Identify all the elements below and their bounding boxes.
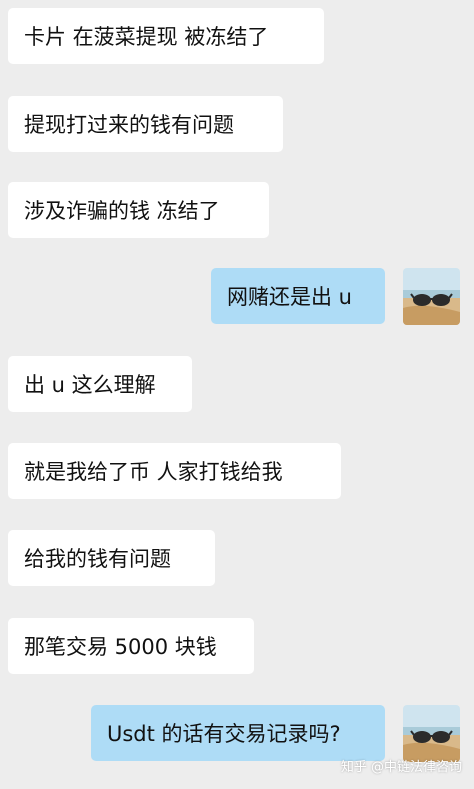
message-bubble-incoming[interactable]: 就是我给了币 人家打钱给我 (8, 443, 341, 499)
beach-sunglasses-avatar-image (403, 268, 460, 325)
message-bubble-incoming[interactable]: 给我的钱有问题 (8, 530, 215, 586)
message-bubble-incoming[interactable]: 涉及诈骗的钱 冻结了 (8, 182, 269, 238)
message-bubble-incoming[interactable]: 提现打过来的钱有问题 (8, 96, 283, 152)
message-bubble-incoming[interactable]: 那笔交易 5000 块钱 (8, 618, 254, 674)
beach-sunglasses-avatar-image (403, 705, 460, 762)
user-avatar[interactable] (403, 705, 460, 762)
message-bubble-outgoing[interactable]: 网赌还是出 u (211, 268, 385, 324)
watermark: 知乎 @中链法律咨询 (340, 760, 462, 775)
message-bubble-outgoing[interactable]: Usdt 的话有交易记录吗? (91, 705, 385, 761)
user-avatar[interactable] (403, 268, 460, 325)
message-bubble-incoming[interactable]: 卡片 在菠菜提现 被冻结了 (8, 8, 324, 64)
message-bubble-incoming[interactable]: 出 u 这么理解 (8, 356, 192, 412)
